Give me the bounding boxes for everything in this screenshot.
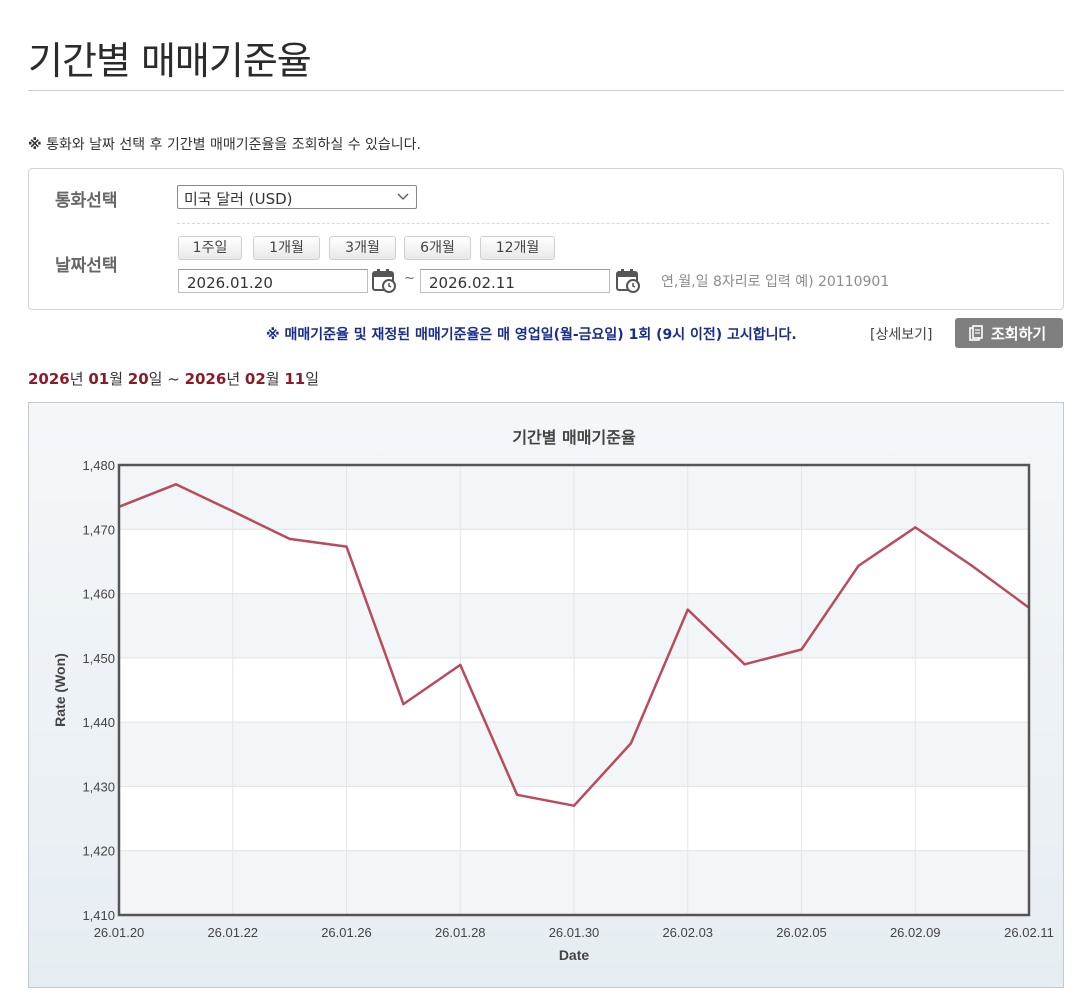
- chart-panel: 1,410 1,420 1,430 1,440 1,450 1,460 1,470 1,480…: [28, 402, 1064, 988]
- title-divider: [28, 90, 1064, 91]
- range-end-day: 11: [284, 370, 306, 388]
- notice: ※ 통화와 날짜 선택 후 기간별 매매기준율을 조회하실 수 있습니다.: [28, 134, 421, 154]
- data-point: [515, 793, 519, 796]
- y-tick-label: 1,480: [82, 458, 115, 473]
- date-format-hint: 연,월,일 8자리로 입력 예) 20110901: [661, 274, 890, 290]
- search-form: 통화선택 미국 달러 (USD) 날짜선택 1주일 1개월 3개월 6개월 12…: [28, 168, 1064, 310]
- data-point: [402, 702, 405, 706]
- x-tick-label: 26.02.05: [776, 925, 827, 940]
- selected-range: 2026년 01월 20일 ~ 2026년 02월 11일: [28, 368, 319, 389]
- date-range-tilde: ~: [404, 271, 415, 286]
- period-button-6month[interactable]: 6개월: [404, 236, 471, 260]
- x-tick-label: 26.02.11: [1004, 925, 1054, 940]
- chevron-down-icon: [397, 193, 409, 200]
- x-tick-label: 26.02.09: [890, 925, 941, 940]
- x-tick-label: 26.01.30: [549, 925, 600, 940]
- page-title: 기간별 매매기준율: [28, 39, 312, 83]
- chart-title: 기간별 매매기준율: [512, 428, 636, 447]
- period-button-1week[interactable]: 1주일: [178, 236, 242, 260]
- detail-link[interactable]: [상세보기]: [870, 324, 932, 344]
- y-tick-label: 1,460: [82, 587, 115, 602]
- x-tick-label: 26.01.20: [94, 925, 145, 940]
- data-point: [914, 526, 917, 529]
- data-point: [857, 564, 860, 568]
- range-unit: 월: [265, 370, 285, 388]
- data-point: [459, 663, 462, 667]
- data-point: [174, 483, 178, 486]
- data-point: [572, 804, 576, 807]
- y-tick-label: 1,450: [82, 651, 115, 666]
- range-unit: 년: [69, 370, 89, 388]
- data-point: [231, 510, 234, 513]
- start-date-input[interactable]: 2026.01.20: [178, 269, 368, 293]
- period-button-12month[interactable]: 12개월: [480, 236, 555, 260]
- y-tick-label: 1,430: [82, 779, 115, 794]
- period-button-3month[interactable]: 3개월: [329, 236, 396, 260]
- range-start-month: 01: [88, 370, 110, 388]
- y-tick-label: 1,420: [82, 844, 115, 859]
- data-point: [743, 663, 746, 666]
- date-label: 날짜선택: [55, 256, 118, 276]
- document-icon: [969, 325, 983, 341]
- currency-select[interactable]: 미국 달러 (USD): [177, 185, 417, 209]
- y-tick-label: 1,470: [82, 522, 115, 537]
- range-unit: 년: [226, 370, 245, 388]
- publication-notice: ※ 매매기준율 및 재정된 매매기준율은 매 영업일(월-금요일) 1회 (9시…: [266, 327, 797, 343]
- x-tick-label: 26.01.26: [321, 925, 372, 940]
- period-button-1month[interactable]: 1개월: [253, 236, 320, 260]
- x-tick-label: 26.02.03: [662, 925, 713, 940]
- currency-label: 통화선택: [55, 191, 118, 211]
- notice-mark: ※: [28, 137, 42, 153]
- data-point: [345, 545, 348, 548]
- calendar-icon[interactable]: [615, 267, 641, 293]
- x-tick-label: 26.01.22: [207, 925, 258, 940]
- range-end-month: 02: [244, 370, 266, 388]
- range-end-year: 2026: [184, 370, 227, 388]
- range-start-day: 20: [127, 370, 149, 388]
- y-tick-label: 1,440: [82, 715, 115, 730]
- y-axis-label: Rate (Won): [52, 653, 68, 727]
- data-point: [970, 564, 974, 568]
- y-tick-label: 1,410: [82, 908, 115, 923]
- data-point: [800, 648, 803, 651]
- range-unit: 일: [305, 370, 320, 388]
- range-unit: 월: [109, 370, 128, 388]
- data-point: [288, 537, 291, 541]
- x-tick-label: 26.01.28: [435, 925, 486, 940]
- x-axis-label: Date: [559, 947, 590, 963]
- end-date-input[interactable]: 2026.02.11: [420, 269, 610, 293]
- range-start-year: 2026: [28, 370, 70, 388]
- rate-line-chart: 1,410 1,420 1,430 1,440 1,450 1,460 1,470 1,480…: [52, 428, 1054, 963]
- data-point: [686, 608, 689, 611]
- currency-select-value: 미국 달러 (USD): [184, 190, 293, 208]
- range-unit: 일 ~: [148, 370, 185, 388]
- form-row-divider: [177, 223, 1049, 224]
- calendar-icon[interactable]: [371, 267, 397, 293]
- data-point: [629, 742, 633, 745]
- query-button-label: 조회하기: [991, 325, 1047, 343]
- query-button[interactable]: 조회하기: [955, 318, 1063, 348]
- notice-text: 통화와 날짜 선택 후 기간별 매매기준율을 조회하실 수 있습니다.: [46, 137, 422, 153]
